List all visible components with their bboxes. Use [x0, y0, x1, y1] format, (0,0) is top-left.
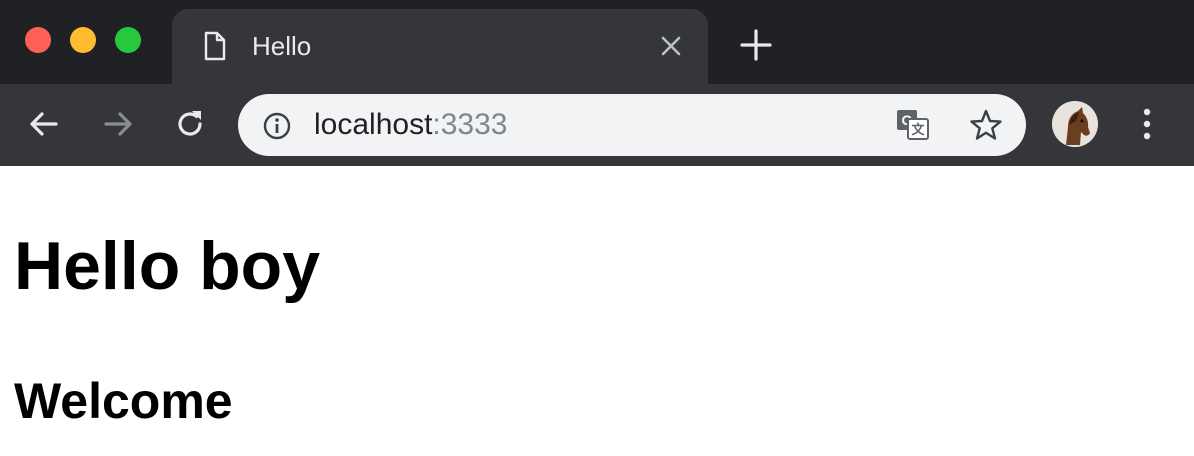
star-icon[interactable] — [969, 108, 1003, 142]
window-close-button[interactable] — [25, 27, 51, 53]
reload-button[interactable] — [172, 106, 208, 142]
title-bar: Hello — [0, 0, 1194, 85]
tab-hello[interactable]: Hello — [172, 9, 708, 85]
reload-icon — [178, 111, 202, 136]
browser-toolbar: localhost:3333 G 文 — [0, 84, 1194, 166]
forward-button[interactable] — [100, 106, 136, 142]
address-bar[interactable]: localhost:3333 G 文 — [238, 94, 1026, 156]
page-subheading: Welcome — [14, 373, 233, 429]
document-icon — [202, 31, 228, 61]
new-tab-button[interactable] — [738, 27, 774, 63]
info-icon[interactable] — [262, 111, 292, 141]
window-minimize-button[interactable] — [70, 27, 96, 53]
close-icon[interactable] — [658, 33, 684, 59]
page-heading: Hello boy — [14, 228, 321, 304]
url-port: :3333 — [432, 108, 508, 141]
back-button[interactable] — [26, 106, 62, 142]
arrow-right-icon — [104, 112, 132, 136]
profile-avatar[interactable] — [1052, 101, 1098, 147]
arrow-left-icon — [30, 112, 58, 136]
url-text[interactable]: localhost:3333 — [314, 108, 507, 142]
horse-avatar-icon — [1052, 101, 1098, 147]
plus-icon — [740, 29, 772, 61]
page-content: Hello boy Welcome — [0, 166, 1194, 456]
svg-text:文: 文 — [911, 122, 925, 137]
tab-title: Hello — [252, 31, 312, 61]
translate-icon[interactable]: G 文 — [896, 109, 930, 141]
url-host: localhost — [314, 108, 433, 141]
vertical-dots-icon[interactable] — [1138, 104, 1156, 144]
window-maximize-button[interactable] — [115, 27, 141, 53]
